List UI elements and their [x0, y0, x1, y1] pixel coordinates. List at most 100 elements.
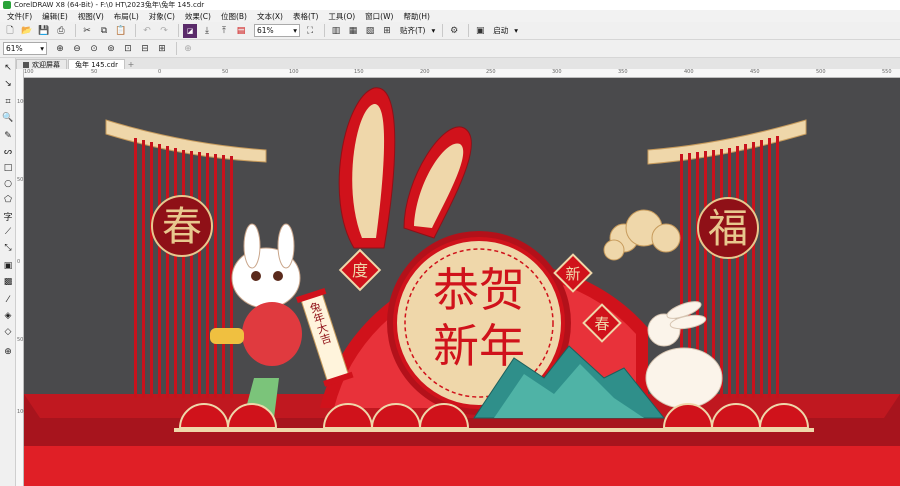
toolbar-separator: [176, 42, 177, 55]
shape-tool-icon[interactable]: ↘: [2, 78, 14, 90]
color-eyedropper-icon[interactable]: ⁄: [2, 294, 14, 306]
chevron-down-icon: ▾: [293, 26, 297, 35]
import-icon[interactable]: ⤓: [200, 24, 214, 38]
zoom-selected-icon[interactable]: ⊙: [87, 42, 101, 56]
white-rabbit: [645, 301, 723, 409]
menu-edit[interactable]: 编辑(E): [37, 11, 73, 22]
menu-view[interactable]: 视图(V): [73, 11, 109, 22]
ruler-tick-label: 100: [24, 69, 34, 75]
transparency-tool-icon[interactable]: ▩: [2, 276, 14, 288]
coreldraw-logo-icon: [3, 1, 11, 9]
tab-label: 欢迎屏幕: [32, 60, 60, 69]
ruler-tick-label: 0: [158, 69, 162, 75]
drop-shadow-tool-icon[interactable]: ▣: [2, 260, 14, 272]
ruler-tick-label: 50: [222, 69, 229, 75]
show-guidelines-icon[interactable]: ▧: [363, 24, 377, 38]
menu-tools[interactable]: 工具(O): [323, 11, 360, 22]
rectangle-tool-icon[interactable]: □: [2, 162, 14, 174]
print-icon[interactable]: ⎙: [54, 24, 68, 38]
menu-object[interactable]: 对象(C): [144, 11, 180, 22]
auspicious-cloud: [603, 209, 681, 261]
horizontal-ruler[interactable]: 100 50 0 50 100 150 200 250 300 350 400 …: [24, 69, 900, 78]
copy-icon[interactable]: ⧉: [97, 24, 111, 38]
menu-help[interactable]: 帮助(H): [398, 11, 435, 22]
zoom-level-combo[interactable]: 61% ▾: [254, 24, 300, 37]
export-icon[interactable]: ⤒: [217, 24, 231, 38]
ellipse-tool-icon[interactable]: ○: [2, 178, 14, 190]
ruler-tick-label: 250: [486, 69, 496, 75]
zoom-page-width-icon[interactable]: ⊟: [138, 42, 152, 56]
stage-front: [24, 446, 900, 486]
polygon-tool-icon[interactable]: ⬠: [2, 194, 14, 206]
add-preset-icon[interactable]: ⊕: [181, 42, 195, 56]
document-tabs: 欢迎屏幕 兔年 145.cdr +: [16, 58, 900, 69]
ruler-tick-label: 50: [91, 69, 98, 75]
save-icon[interactable]: 💾: [37, 24, 51, 38]
new-document-icon[interactable]: 🗋: [3, 24, 17, 38]
full-screen-icon[interactable]: ⛶: [303, 24, 317, 38]
smart-fill-icon[interactable]: ◇: [2, 326, 14, 338]
menu-window[interactable]: 窗口(W): [360, 11, 398, 22]
open-folder-icon[interactable]: 📂: [20, 24, 34, 38]
redo-icon[interactable]: ↷: [157, 24, 171, 38]
application-launcher-label[interactable]: 启动: [493, 25, 508, 36]
tab-document[interactable]: 兔年 145.cdr: [68, 59, 125, 69]
snap-to-icon[interactable]: ⊞: [380, 24, 394, 38]
vertical-ruler[interactable]: 100 50 0 50 100: [16, 69, 27, 486]
stage-trim: [174, 428, 814, 432]
artwork[interactable]: 春 福 恭贺 新年 度 新 春 兔年大吉: [24, 78, 900, 486]
cut-icon[interactable]: ✂: [80, 24, 94, 38]
toolbar-separator: [135, 24, 136, 37]
connector-tool-icon[interactable]: ⤡: [2, 242, 14, 254]
menu-effects[interactable]: 效果(C): [180, 11, 216, 22]
toolbar-separator: [178, 24, 179, 37]
ruler-tick-label: 50: [17, 177, 24, 183]
pick-tool-icon[interactable]: ↖: [2, 62, 14, 74]
show-grid-icon[interactable]: ▦: [346, 24, 360, 38]
chevron-down-icon[interactable]: ▾: [514, 26, 518, 35]
snap-to-label[interactable]: 贴齐(T): [400, 25, 425, 36]
search-content-icon[interactable]: ◪: [183, 23, 197, 38]
drawing-canvas[interactable]: 春 福 恭贺 新年 度 新 春 兔年大吉: [24, 78, 900, 486]
new-tab-plus-icon[interactable]: +: [126, 59, 136, 69]
crop-tool-icon[interactable]: ⌗: [2, 96, 14, 108]
interactive-fill-icon[interactable]: ◈: [2, 310, 14, 322]
zoom-all-objects-icon[interactable]: ⊚: [104, 42, 118, 56]
zoom-page-icon[interactable]: ⊡: [121, 42, 135, 56]
menu-bitmaps[interactable]: 位图(B): [216, 11, 252, 22]
undo-icon[interactable]: ↶: [140, 24, 154, 38]
bunny-ears: [338, 87, 472, 249]
toolbar-separator: [468, 24, 470, 37]
toolbar-separator: [442, 24, 444, 37]
chevron-down-icon[interactable]: ▾: [431, 26, 435, 35]
tab-welcome-screen[interactable]: 欢迎屏幕: [16, 59, 67, 69]
menu-table[interactable]: 表格(T): [288, 11, 323, 22]
ruler-tick-label: 100: [289, 69, 299, 75]
add-tool-plus-icon[interactable]: ⊕: [2, 346, 14, 358]
zoom-in-icon[interactable]: ⊕: [53, 42, 67, 56]
standard-toolbar: 🗋 📂 💾 ⎙ ✂ ⧉ 📋 ↶ ↷ ◪ ⤓ ⤒ ▤ 61% ▾ ⛶ ▥ ▦ ▧ …: [0, 22, 900, 40]
menu-text[interactable]: 文本(X): [252, 11, 288, 22]
title-bar: CorelDRAW X8 (64-Bit) - F:\0 HT\2023兔年\兔…: [0, 0, 900, 10]
application-launcher-icon[interactable]: ▣: [473, 24, 487, 38]
freehand-tool-icon[interactable]: ✎: [2, 130, 14, 142]
tag-right-top-character: 新: [565, 265, 580, 283]
zoom-tool-icon[interactable]: 🔍: [2, 112, 14, 124]
parallel-dimension-tool-icon[interactable]: ⟋: [2, 226, 14, 238]
options-gear-icon[interactable]: ⚙: [447, 24, 461, 38]
zoom-out-icon[interactable]: ⊖: [70, 42, 84, 56]
ruler-tick-label: 400: [684, 69, 694, 75]
text-tool-icon[interactable]: 字: [2, 210, 14, 223]
zoom-page-height-icon[interactable]: ⊞: [155, 42, 169, 56]
ruler-tick-label: 50: [17, 337, 24, 343]
menu-file[interactable]: 文件(F): [2, 11, 37, 22]
home-icon: [23, 61, 29, 68]
publish-pdf-icon[interactable]: ▤: [234, 24, 248, 38]
artistic-media-tool-icon[interactable]: ᔕ: [2, 146, 14, 158]
property-zoom-combo[interactable]: 61% ▾: [3, 42, 47, 55]
menu-layout[interactable]: 布局(L): [109, 11, 144, 22]
paste-icon[interactable]: 📋: [114, 24, 128, 38]
show-rulers-icon[interactable]: ▥: [329, 24, 343, 38]
toolbox: ↖ ↘ ⌗ 🔍 ✎ ᔕ □ ○ ⬠ 字 ⟋ ⤡ ▣ ▩ ⁄ ◈ ◇ ⊕: [0, 58, 16, 486]
toolbar-separator: [324, 24, 325, 37]
